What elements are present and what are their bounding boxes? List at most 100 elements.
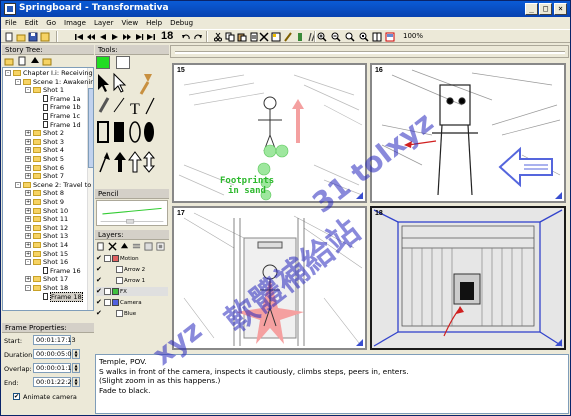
frame-thumbnail-17[interactable]: 17 bbox=[172, 206, 367, 350]
visibility-check-icon[interactable]: ✔ bbox=[96, 298, 102, 307]
title-bar[interactable]: Springboard - Transformativa _ □ × bbox=[1, 1, 570, 17]
collapse-icon[interactable]: - bbox=[15, 78, 21, 85]
overlap-stepper[interactable]: ▲ ▼ bbox=[72, 363, 80, 373]
menu-debug[interactable]: Debug bbox=[166, 17, 197, 29]
fast-forward-icon[interactable] bbox=[122, 32, 132, 42]
visibility-check-icon[interactable]: ✔ bbox=[96, 254, 102, 263]
start-field[interactable]: 00:01:17:13 bbox=[33, 335, 76, 345]
open-folder-icon[interactable] bbox=[16, 32, 26, 42]
primary-color-swatch[interactable] bbox=[96, 56, 110, 69]
brush-tool-icon[interactable] bbox=[283, 32, 293, 42]
visibility-check-icon[interactable]: ✔ bbox=[96, 265, 102, 274]
animate-camera-checkbox[interactable]: ✔ bbox=[13, 393, 20, 400]
text-tool[interactable]: T bbox=[130, 101, 140, 118]
expand-icon[interactable]: + bbox=[25, 216, 31, 223]
double-arrow-tool[interactable] bbox=[142, 151, 156, 173]
menu-file[interactable]: File bbox=[1, 17, 21, 29]
insert-frame-icon[interactable] bbox=[271, 32, 281, 42]
rewind-icon[interactable] bbox=[86, 32, 96, 42]
properties-icon[interactable] bbox=[40, 32, 50, 42]
first-frame-icon[interactable] bbox=[74, 32, 84, 42]
end-stepper[interactable]: ▲ ▼ bbox=[72, 377, 80, 387]
story-tree[interactable]: -Chapter I.i: Receiving the-Scene 1: Awa… bbox=[2, 67, 94, 311]
prev-frame-icon[interactable] bbox=[98, 32, 108, 42]
frame-thumbnail-16[interactable]: 16 bbox=[370, 63, 566, 203]
next-frame-icon[interactable] bbox=[134, 32, 144, 42]
arrow-fill-tool[interactable] bbox=[114, 152, 126, 172]
duration-field[interactable]: 00:00:05:07 bbox=[33, 349, 76, 359]
menu-image[interactable]: Image bbox=[60, 17, 90, 29]
zoom-in-icon[interactable] bbox=[317, 32, 327, 42]
line-tool[interactable] bbox=[145, 97, 155, 115]
layer-row[interactable]: ✔ FX bbox=[96, 287, 168, 296]
arrow-line-tool[interactable] bbox=[99, 152, 110, 173]
visibility-check-icon[interactable]: ✔ bbox=[96, 287, 102, 296]
collapse-icon[interactable]: - bbox=[25, 87, 31, 94]
line-draw-tool[interactable] bbox=[113, 97, 125, 113]
expand-icon[interactable]: + bbox=[25, 199, 31, 205]
layer-color-swatch[interactable] bbox=[112, 299, 119, 306]
layer-row[interactable]: ✔ Arrow 2 bbox=[96, 265, 168, 274]
expand-icon[interactable]: + bbox=[25, 173, 31, 180]
open-folder-icon[interactable] bbox=[42, 56, 52, 66]
overlap-field[interactable]: 00:00:01:13 bbox=[33, 363, 76, 373]
layer-color-swatch[interactable] bbox=[112, 255, 119, 262]
expand-icon[interactable]: + bbox=[25, 164, 31, 171]
pencil-preview[interactable] bbox=[96, 200, 168, 226]
layer-row[interactable]: ✔ Camera bbox=[96, 298, 168, 307]
undo-icon[interactable] bbox=[181, 32, 191, 42]
delete-layer-icon[interactable] bbox=[108, 242, 117, 251]
lasso-select-tool[interactable] bbox=[113, 72, 127, 93]
visibility-check-icon[interactable]: ✔ bbox=[96, 276, 102, 285]
delete-icon[interactable] bbox=[259, 32, 269, 42]
layer-options-icon[interactable] bbox=[156, 242, 165, 251]
layer-row[interactable]: ✔ Blue bbox=[96, 309, 168, 318]
new-file-icon[interactable] bbox=[4, 32, 14, 42]
layer-stack-icon[interactable] bbox=[132, 242, 141, 251]
move-up-icon[interactable] bbox=[30, 56, 40, 66]
zoom-fit-icon[interactable] bbox=[345, 32, 355, 42]
tree-item[interactable]: Frame 18 bbox=[35, 291, 83, 302]
cut-icon[interactable] bbox=[213, 32, 223, 42]
expand-icon[interactable]: + bbox=[25, 233, 31, 240]
copy-icon[interactable] bbox=[225, 32, 235, 42]
collapse-icon[interactable]: - bbox=[25, 285, 31, 291]
expand-icon[interactable]: + bbox=[25, 147, 31, 154]
merge-layer-icon[interactable] bbox=[144, 242, 153, 251]
paste-frame-icon[interactable] bbox=[249, 32, 259, 42]
frame-thumbnail-15[interactable]: Footprints in sand 15 bbox=[172, 63, 367, 203]
menu-help[interactable]: Help bbox=[142, 17, 166, 29]
paste-icon[interactable] bbox=[237, 32, 247, 42]
frame-view-icon[interactable] bbox=[385, 32, 395, 42]
layer-row[interactable]: ✔ Motion bbox=[96, 254, 168, 263]
collapse-icon[interactable]: - bbox=[5, 70, 11, 76]
close-button[interactable]: × bbox=[554, 3, 567, 15]
menu-view[interactable]: View bbox=[117, 17, 142, 29]
minimize-button[interactable]: _ bbox=[525, 3, 538, 15]
expand-icon[interactable]: + bbox=[25, 130, 31, 137]
save-icon[interactable] bbox=[28, 32, 38, 42]
menu-edit[interactable]: Edit bbox=[21, 17, 43, 29]
expand-icon[interactable]: + bbox=[25, 156, 31, 162]
zoom-level[interactable]: 100% bbox=[403, 32, 423, 40]
rect-outline-tool[interactable] bbox=[97, 121, 109, 143]
fullscreen-icon[interactable] bbox=[372, 32, 382, 42]
last-frame-icon[interactable] bbox=[146, 32, 156, 42]
layer-row[interactable]: ✔ Arrow 1 bbox=[96, 276, 168, 285]
secondary-color-swatch[interactable] bbox=[116, 56, 130, 69]
expand-icon[interactable]: + bbox=[25, 138, 31, 145]
expand-icon[interactable]: + bbox=[25, 276, 31, 283]
new-layer-icon[interactable] bbox=[96, 242, 105, 251]
ellipse-fill-tool[interactable] bbox=[144, 122, 154, 142]
expand-icon[interactable]: + bbox=[25, 190, 31, 197]
expand-icon[interactable]: + bbox=[25, 224, 31, 231]
menu-layer[interactable]: Layer bbox=[90, 17, 118, 29]
collapse-icon[interactable]: - bbox=[15, 181, 21, 188]
rect-fill-tool[interactable] bbox=[114, 122, 124, 142]
layer-up-icon[interactable] bbox=[120, 242, 129, 251]
arrow-outline-tool[interactable] bbox=[128, 151, 142, 173]
visibility-check-icon[interactable]: ✔ bbox=[96, 309, 102, 318]
timeline-track[interactable] bbox=[175, 51, 565, 54]
redo-icon[interactable] bbox=[193, 32, 203, 42]
frame-thumbnail-18[interactable]: 18 bbox=[370, 206, 566, 350]
